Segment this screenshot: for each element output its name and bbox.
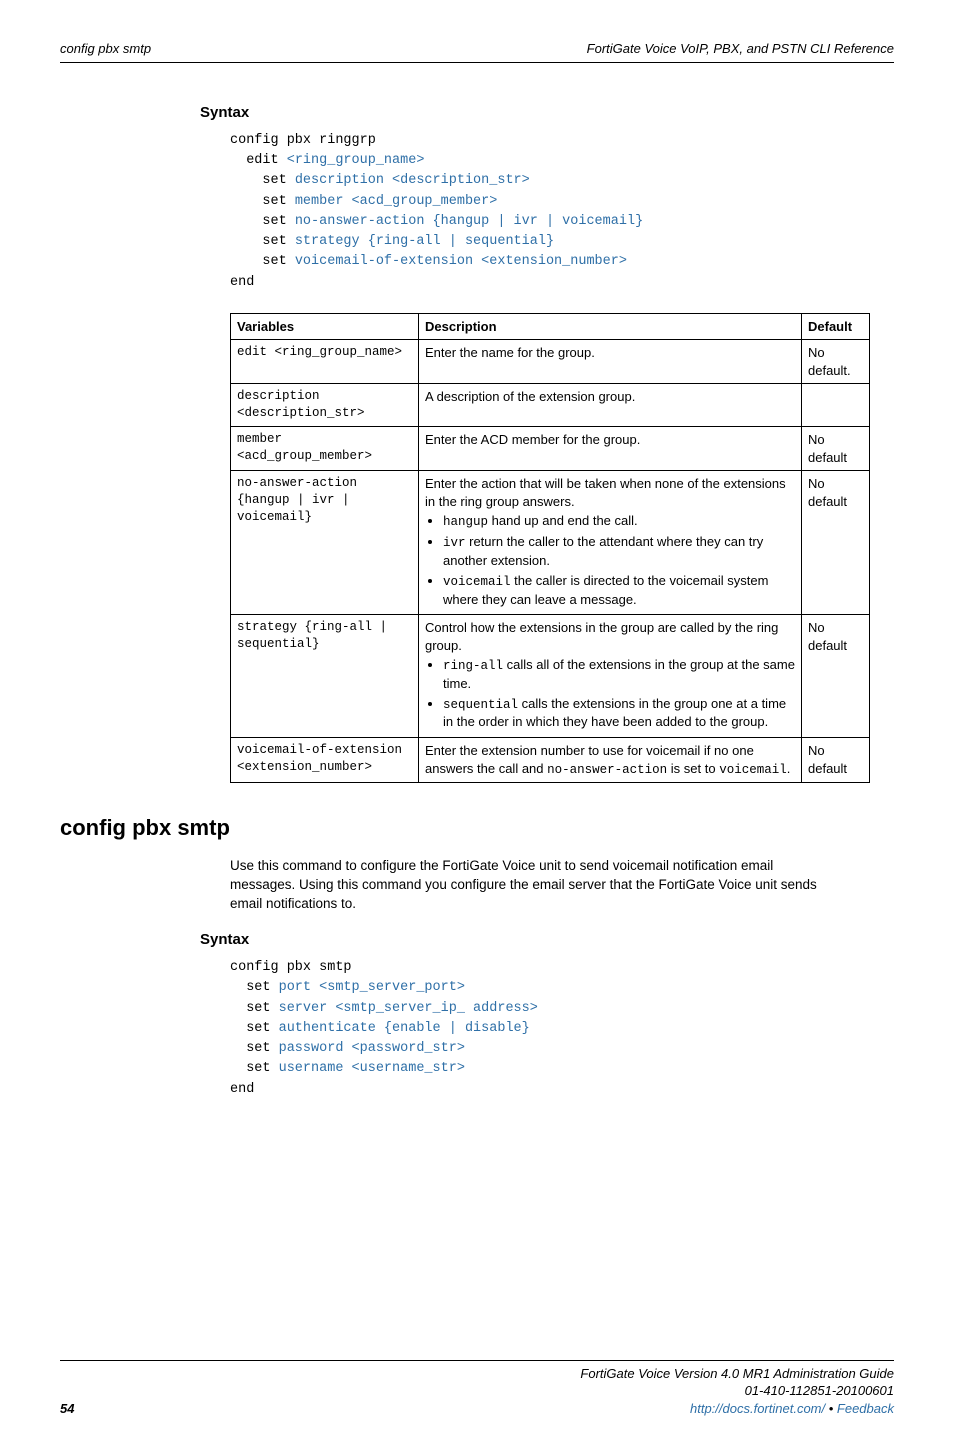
table-row: voicemail-of-extension <extension_number…	[231, 738, 870, 783]
desc-cell: Control how the extensions in the group …	[419, 615, 802, 738]
table-row: no-answer-action {hangup | ivr | voicema…	[231, 471, 870, 615]
desc-cell: Enter the name for the group.	[419, 340, 802, 384]
desc-text: Enter the action that will be taken when…	[425, 476, 786, 509]
list-item: voicemail the caller is directed to the …	[443, 572, 795, 608]
code-keyword: description <description_str>	[295, 173, 530, 188]
inline-code: no-answer-action	[547, 763, 667, 777]
code-keyword: <ring_group_name>	[287, 153, 425, 168]
inline-code: hangup	[443, 515, 488, 529]
header-right: FortiGate Voice VoIP, PBX, and PSTN CLI …	[587, 40, 894, 58]
code-line: set	[230, 254, 295, 269]
col-variables: Variables	[231, 313, 419, 340]
code-line: config pbx ringgrp	[230, 133, 376, 148]
list-item: ivr return the caller to the attendant w…	[443, 533, 795, 569]
var-cell: no-answer-action {hangup | ivr | voicema…	[231, 471, 419, 615]
def-cell: No default	[802, 427, 870, 471]
inline-code: voicemail	[443, 575, 511, 589]
code-keyword: member <acd_group_member>	[295, 194, 498, 209]
variables-table: Variables Description Default edit <ring…	[230, 313, 870, 784]
code-line: set	[230, 1061, 279, 1076]
table-row: description <description_str> A descript…	[231, 384, 870, 427]
code-keyword: authenticate {enable | disable}	[279, 1021, 530, 1036]
desc-cell: Enter the action that will be taken when…	[419, 471, 802, 615]
var-cell: voicemail-of-extension <extension_number…	[231, 738, 419, 783]
def-cell: No default.	[802, 340, 870, 384]
def-cell: No default	[802, 738, 870, 783]
var-cell: edit <ring_group_name>	[231, 340, 419, 384]
syntax-heading-1: Syntax	[200, 103, 894, 123]
table-row: strategy {ring-all | sequential} Control…	[231, 615, 870, 738]
var-cell: description <description_str>	[231, 384, 419, 427]
table-row: edit <ring_group_name> Enter the name fo…	[231, 340, 870, 384]
inline-code: sequential	[443, 698, 518, 712]
inline-code: voicemail	[719, 763, 787, 777]
footer-line-1: FortiGate Voice Version 4.0 MR1 Administ…	[580, 1365, 894, 1383]
code-line: edit	[230, 153, 287, 168]
code-line: set	[230, 234, 295, 249]
list-text: return the caller to the attendant where…	[443, 534, 763, 568]
content-area: Syntax config pbx ringgrp edit <ring_gro…	[200, 103, 894, 784]
code-line: end	[230, 275, 254, 290]
code-keyword: username <username_str>	[279, 1061, 465, 1076]
code-block-1: config pbx ringgrp edit <ring_group_name…	[230, 131, 894, 293]
table-header-row: Variables Description Default	[231, 313, 870, 340]
code-keyword: no-answer-action {hangup | ivr | voicema…	[295, 214, 643, 229]
code-line: set	[230, 980, 279, 995]
docs-link[interactable]: http://docs.fortinet.com/	[690, 1401, 825, 1416]
desc-cell: Enter the ACD member for the group.	[419, 427, 802, 471]
var-cell: strategy {ring-all | sequential}	[231, 615, 419, 738]
code-keyword: strategy {ring-all | sequential}	[295, 234, 554, 249]
code-line: end	[230, 1082, 254, 1097]
code-line: set	[230, 1041, 279, 1056]
footer-right: FortiGate Voice Version 4.0 MR1 Administ…	[580, 1365, 894, 1418]
content-area-2: Use this command to configure the FortiG…	[200, 857, 894, 1100]
list-item: hangup hand up and end the call.	[443, 512, 795, 531]
desc-cell: Enter the extension number to use for vo…	[419, 738, 802, 783]
page-number: 54	[60, 1400, 74, 1418]
desc-text: is set to	[667, 761, 719, 776]
syntax-heading-2: Syntax	[200, 930, 894, 950]
code-line: set	[230, 1021, 279, 1036]
page-header: config pbx smtp FortiGate Voice VoIP, PB…	[60, 40, 894, 63]
code-keyword: server <smtp_server_ip_ address>	[279, 1001, 538, 1016]
col-default: Default	[802, 313, 870, 340]
section-heading: config pbx smtp	[60, 813, 894, 843]
header-left: config pbx smtp	[60, 40, 151, 58]
desc-text: Control how the extensions in the group …	[425, 620, 778, 653]
code-line: set	[230, 214, 295, 229]
code-line: set	[230, 1001, 279, 1016]
section-body: Use this command to configure the FortiG…	[230, 857, 840, 914]
desc-list: ring-all calls all of the extensions in …	[425, 656, 795, 731]
desc-list: hangup hand up and end the call. ivr ret…	[425, 512, 795, 608]
code-line: set	[230, 194, 295, 209]
inline-code: ring-all	[443, 659, 503, 673]
code-line: config pbx smtp	[230, 960, 352, 975]
list-item: sequential calls the extensions in the g…	[443, 695, 795, 731]
def-cell	[802, 384, 870, 427]
def-cell: No default	[802, 471, 870, 615]
table-row: member <acd_group_member> Enter the ACD …	[231, 427, 870, 471]
def-cell: No default	[802, 615, 870, 738]
footer-line-2: 01-410-112851-20100601	[580, 1382, 894, 1400]
list-item: ring-all calls all of the extensions in …	[443, 656, 795, 692]
page-footer: 54 FortiGate Voice Version 4.0 MR1 Admin…	[60, 1360, 894, 1418]
inline-code: ivr	[443, 536, 466, 550]
desc-text: .	[787, 761, 791, 776]
code-keyword: port <smtp_server_port>	[279, 980, 465, 995]
footer-sep: •	[825, 1401, 837, 1416]
desc-cell: A description of the extension group.	[419, 384, 802, 427]
footer-line-3: http://docs.fortinet.com/ • Feedback	[580, 1400, 894, 1418]
code-keyword: password <password_str>	[279, 1041, 465, 1056]
code-keyword: voicemail-of-extension <extension_number…	[295, 254, 627, 269]
code-line: set	[230, 173, 295, 188]
var-cell: member <acd_group_member>	[231, 427, 419, 471]
list-text: hand up and end the call.	[488, 513, 638, 528]
col-description: Description	[419, 313, 802, 340]
feedback-link[interactable]: Feedback	[837, 1401, 894, 1416]
code-block-2: config pbx smtp set port <smtp_server_po…	[230, 958, 894, 1100]
